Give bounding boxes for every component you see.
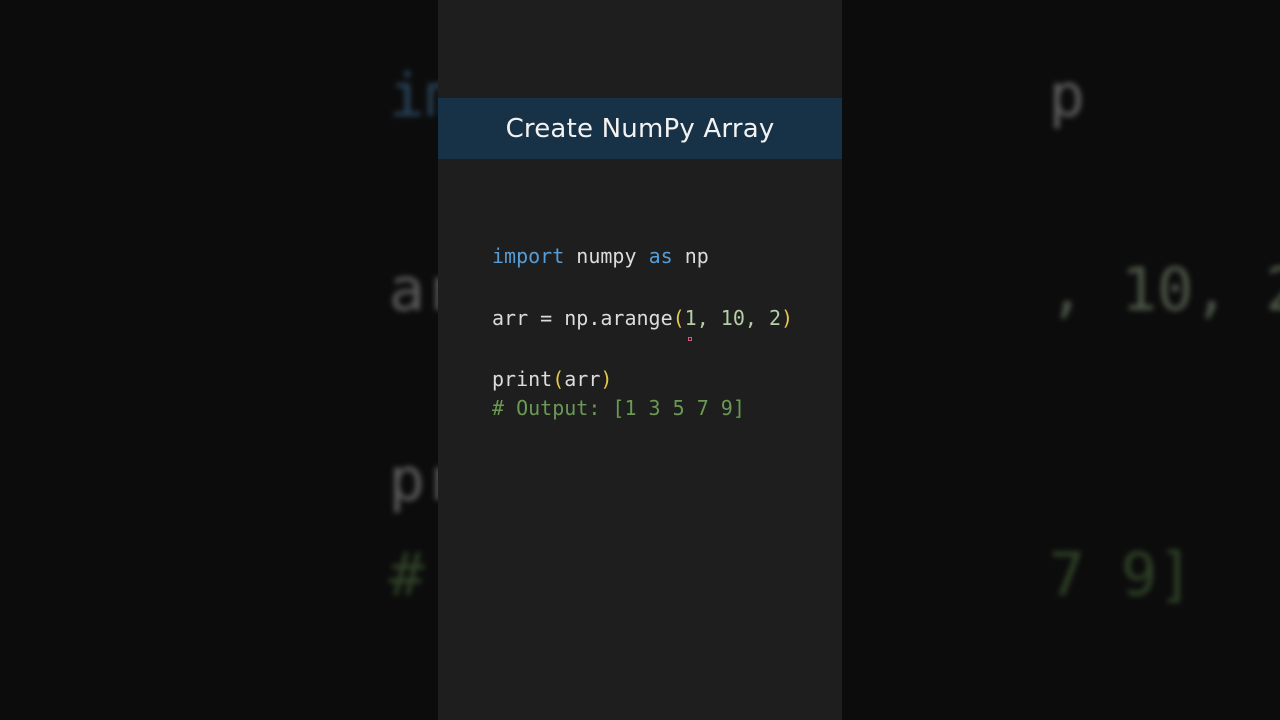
- cursor-marker-icon: [688, 337, 692, 341]
- code-line-import: import numpy as np: [492, 244, 709, 268]
- code-line-comment: # Output: [1 3 5 7 9]: [492, 396, 745, 420]
- bg-arr-line-end: , 10, 2): [1048, 255, 1280, 325]
- bg-import-line-end: p: [1048, 61, 1085, 131]
- code-line-arange: arr = np.arange(1, 10, 2): [492, 306, 794, 330]
- code-line-print: print(arr): [492, 367, 613, 391]
- video-frame: import p arr = n , 10, 2) print(a # Outp…: [0, 0, 1280, 720]
- title-bar: Create NumPy Array: [438, 98, 842, 159]
- page-title: Create NumPy Array: [505, 113, 775, 144]
- code-panel: Create NumPy Array import numpy as np ar…: [438, 0, 842, 720]
- bg-comment-line-end: 7 9]: [1048, 540, 1194, 610]
